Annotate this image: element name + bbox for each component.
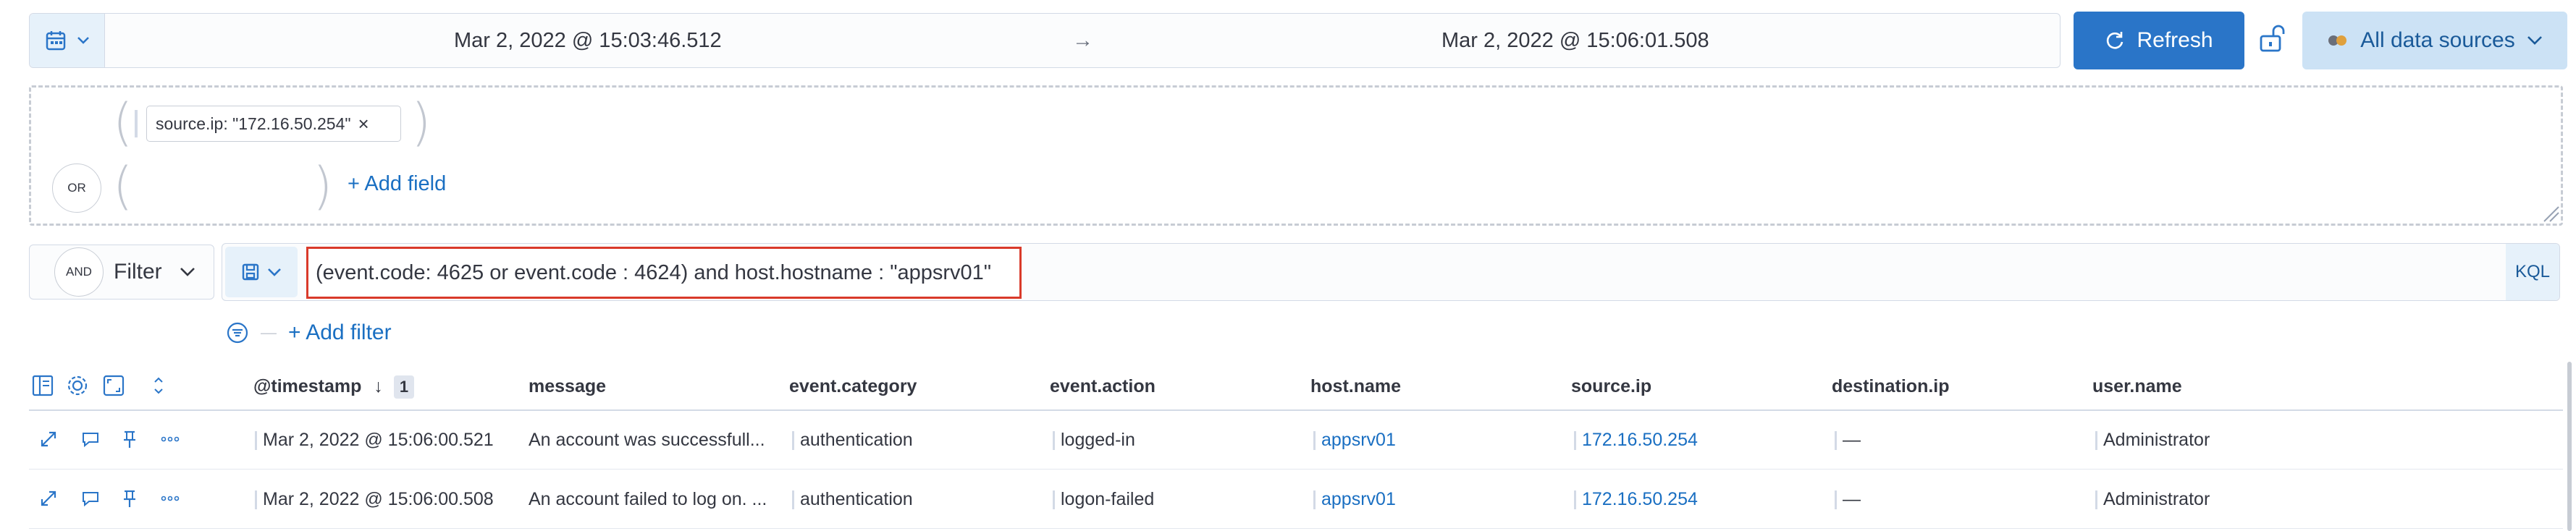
column-label: @timestamp — [253, 376, 362, 396]
date-range-bar: Mar 2, 2022 @ 15:03:46.512 → Mar 2, 2022… — [29, 13, 2061, 68]
close-icon[interactable]: × — [358, 113, 369, 135]
field-chip-source-ip[interactable]: source.ip: "172.16.50.254" × — [146, 106, 401, 142]
refresh-label: Refresh — [2137, 28, 2213, 52]
refresh-button[interactable]: Refresh — [2074, 12, 2244, 69]
chevron-down-icon — [2527, 36, 2542, 45]
cell-host-name: appsrv01 — [1313, 470, 1396, 528]
add-filter-row: — + Add filter — [226, 317, 392, 349]
fullscreen-icon[interactable] — [101, 373, 126, 398]
cell-destination-ip: — — [1835, 470, 1861, 528]
open-paren: ( — [113, 156, 133, 216]
column-header-host-name[interactable]: host.name — [1310, 360, 1401, 412]
chevron-down-icon — [180, 268, 195, 276]
pin-icon[interactable] — [119, 428, 140, 450]
cell-event-action: logon-failed — [1053, 470, 1154, 528]
column-header-event-category[interactable]: event.category — [789, 360, 917, 412]
refresh-icon — [2107, 32, 2123, 49]
more-actions-icon[interactable] — [159, 488, 181, 509]
expand-icon[interactable] — [38, 488, 59, 509]
chevron-down-icon — [268, 268, 281, 276]
date-range-arrow: → — [1072, 29, 1093, 52]
cell-message: An account failed to log on. ... — [529, 489, 767, 509]
saved-queries-button[interactable] — [225, 247, 298, 297]
comment-icon[interactable] — [80, 488, 101, 509]
close-paren: ) — [313, 156, 333, 216]
more-actions-icon[interactable] — [159, 428, 181, 450]
or-label: OR — [67, 181, 86, 195]
table-row[interactable]: Mar 2, 2022 @ 15:06:00.508 An account fa… — [29, 470, 2563, 529]
kql-label: KQL — [2514, 262, 2551, 281]
add-field-link[interactable]: + Add field — [348, 172, 446, 196]
data-source-icon — [2328, 35, 2347, 46]
cell-user-name: Administrator — [2095, 411, 2210, 469]
columns-icon[interactable] — [30, 373, 55, 398]
filter-separator: — — [261, 323, 277, 341]
query-builder-panel — [29, 85, 2563, 226]
expand-icon[interactable] — [38, 428, 59, 450]
chip-label: source.ip: "172.16.50.254" — [156, 114, 351, 133]
source-ip-link[interactable]: 172.16.50.254 — [1582, 489, 1698, 509]
query-language-button[interactable]: KQL — [2506, 244, 2559, 300]
filter-operator-dropdown[interactable]: AND Filter — [29, 245, 214, 300]
data-sources-label: All data sources — [2360, 28, 2515, 52]
cell-event-action: logged-in — [1053, 411, 1135, 469]
table-row[interactable]: Mar 2, 2022 @ 15:06:00.521 An account wa… — [29, 411, 2563, 470]
cell-timestamp: Mar 2, 2022 @ 15:06:00.508 — [255, 470, 494, 528]
sort-count-badge: 1 — [393, 375, 415, 399]
resize-handle-icon[interactable] — [2540, 203, 2560, 223]
column-header-user-name[interactable]: user.name — [2092, 360, 2182, 412]
and-label: AND — [66, 265, 92, 279]
column-header-timestamp[interactable]: @timestamp ↓ 1 — [253, 360, 415, 412]
calendar-icon — [46, 31, 65, 51]
filter-icon[interactable] — [226, 321, 249, 344]
chevron-down-icon — [77, 37, 89, 44]
cell-source-ip: 172.16.50.254 — [1574, 470, 1698, 528]
open-paren: ( — [113, 93, 133, 152]
data-sources-button[interactable]: All data sources — [2302, 12, 2567, 69]
host-link[interactable]: appsrv01 — [1321, 430, 1396, 450]
comment-icon[interactable] — [80, 428, 101, 450]
date-quick-menu-button[interactable] — [30, 14, 105, 67]
table-scrollbar[interactable] — [2567, 362, 2572, 531]
cell-user-name: Administrator — [2095, 470, 2210, 528]
column-header-message[interactable]: message — [529, 360, 606, 412]
cell-event-category: authentication — [792, 470, 913, 528]
column-header-destination-ip[interactable]: destination.ip — [1832, 360, 1950, 412]
cell-event-category: authentication — [792, 411, 913, 469]
cell-host-name: appsrv01 — [1313, 411, 1396, 469]
results-table: @timestamp ↓ 1 message event.category ev… — [0, 360, 2576, 531]
drag-handle[interactable] — [135, 110, 138, 137]
source-ip-link[interactable]: 172.16.50.254 — [1582, 430, 1698, 450]
column-header-event-action[interactable]: event.action — [1050, 360, 1156, 412]
save-icon — [242, 263, 259, 281]
start-date[interactable]: Mar 2, 2022 @ 15:03:46.512 — [454, 14, 722, 67]
query-input[interactable]: (event.code: 4625 or event.code : 4624) … — [306, 247, 1022, 299]
sort-descending-icon[interactable]: ↓ — [374, 376, 383, 396]
column-header-source-ip[interactable]: source.ip — [1571, 360, 1651, 412]
pin-icon[interactable] — [119, 488, 140, 509]
cell-destination-ip: — — [1835, 411, 1861, 469]
close-paren: ) — [411, 93, 432, 152]
sort-fields-icon[interactable] — [148, 375, 169, 396]
cell-source-ip: 172.16.50.254 — [1574, 411, 1698, 469]
host-link[interactable]: appsrv01 — [1321, 489, 1396, 509]
end-date[interactable]: Mar 2, 2022 @ 15:06:01.508 — [1441, 14, 1709, 67]
cell-timestamp: Mar 2, 2022 @ 15:06:00.521 — [255, 411, 494, 469]
gear-icon[interactable] — [65, 373, 90, 398]
unlock-icon[interactable] — [2259, 25, 2285, 54]
query-bar: (event.code: 4625 or event.code : 4624) … — [222, 243, 2560, 301]
filter-label: Filter — [114, 260, 162, 284]
or-operator-badge[interactable]: OR — [52, 163, 101, 213]
and-operator-badge: AND — [54, 247, 104, 297]
add-filter-button[interactable]: + Add filter — [288, 320, 392, 345]
cell-message: An account was successfull... — [529, 430, 765, 450]
